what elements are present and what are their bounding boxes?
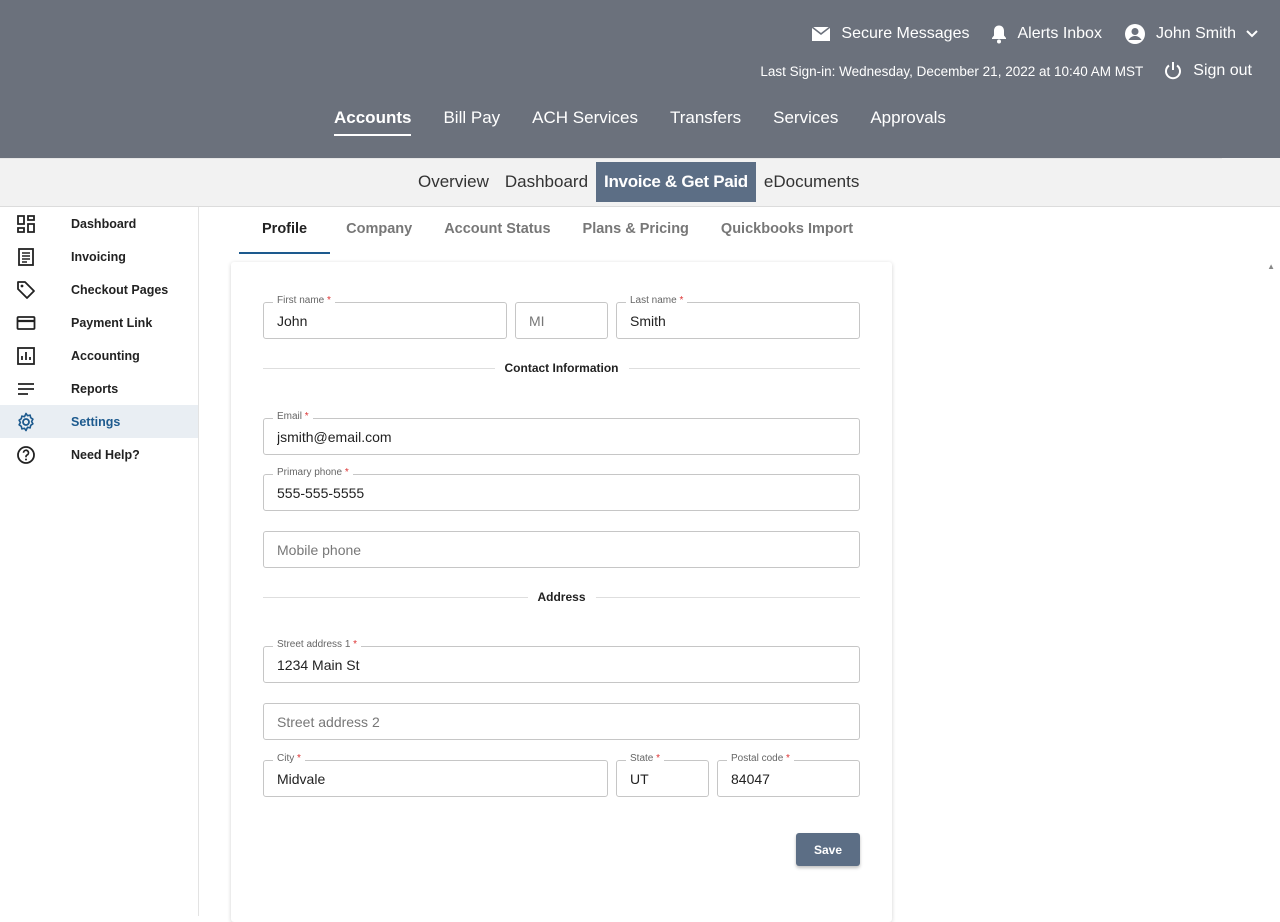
tab-profile[interactable]: Profile [239, 212, 331, 254]
last-signin-text: Last Sign-in: Wednesday, December 21, 20… [760, 63, 1144, 79]
subnav-dashboard[interactable]: Dashboard [497, 162, 596, 202]
sign-out-label: Sign out [1193, 62, 1252, 79]
email-input[interactable] [264, 419, 859, 454]
sidebar-item-label: Settings [71, 414, 121, 429]
sub-nav: Overview Dashboard Invoice & Get Paid eD… [0, 158, 1280, 207]
main-nav: Accounts Bill Pay ACH Services Transfers… [334, 108, 978, 136]
secure-messages-link[interactable]: Secure Messages [811, 25, 969, 43]
street-address-1-input[interactable] [264, 647, 859, 682]
primary-phone-field[interactable]: Primary phone * [263, 466, 860, 511]
nav-bill-pay[interactable]: Bill Pay [443, 108, 500, 136]
sidebar-item-need-help[interactable]: Need Help? [0, 438, 198, 471]
sidebar-item-label: Checkout Pages [71, 282, 169, 297]
tag-icon [17, 281, 35, 299]
state-label: State * [626, 752, 665, 766]
postal-code-field[interactable]: Postal code * [717, 752, 860, 797]
envelope-icon [811, 26, 831, 41]
alerts-inbox-label: Alerts Inbox [1017, 25, 1102, 42]
tab-company[interactable]: Company [330, 212, 428, 254]
nav-accounts[interactable]: Accounts [334, 108, 412, 136]
sidebar-item-payment-link[interactable]: Payment Link [0, 306, 198, 339]
sidebar-item-invoicing[interactable]: Invoicing [0, 240, 198, 273]
middle-initial-input[interactable] [516, 303, 607, 338]
tab-plans-pricing[interactable]: Plans & Pricing [567, 212, 705, 254]
contact-heading: Contact Information [494, 361, 629, 375]
sidebar-item-label: Accounting [71, 348, 140, 363]
subnav-overview[interactable]: Overview [410, 162, 497, 202]
primary-phone-label: Primary phone * [273, 466, 353, 480]
city-label: City * [273, 752, 305, 766]
sidebar-item-label: Dashboard [71, 216, 137, 231]
user-menu[interactable]: John Smith [1124, 23, 1258, 45]
nav-services[interactable]: Services [773, 108, 838, 136]
help-icon [17, 446, 35, 464]
city-field[interactable]: City * [263, 752, 608, 797]
settings-tabs: Profile Company Account Status Plans & P… [239, 212, 869, 254]
utility-bar: Secure Messages Alerts Inbox John Smith [789, 22, 1258, 46]
state-field[interactable]: State * [616, 752, 709, 797]
email-label: Email * [273, 410, 313, 424]
street-address-1-field[interactable]: Street address 1 * [263, 638, 860, 683]
tab-quickbooks-import[interactable]: Quickbooks Import [705, 212, 869, 254]
address-heading: Address [527, 590, 596, 604]
sidebar-item-label: Invoicing [71, 249, 126, 264]
sidebar-item-label: Reports [71, 381, 119, 396]
postal-code-input[interactable] [718, 761, 859, 796]
middle-initial-field[interactable] [515, 302, 608, 339]
chart-icon [17, 347, 35, 365]
primary-phone-input[interactable] [264, 475, 859, 510]
save-button[interactable]: Save [796, 833, 860, 866]
mobile-phone-field[interactable] [263, 531, 860, 568]
dashboard-icon [17, 215, 35, 233]
nav-approvals[interactable]: Approvals [870, 108, 946, 136]
user-name: John Smith [1155, 25, 1236, 42]
first-name-input[interactable] [264, 303, 506, 338]
last-name-label: Last name * [626, 294, 688, 308]
contact-divider: Contact Information [263, 361, 860, 375]
first-name-field[interactable]: First name * [263, 294, 507, 339]
signin-row: Last Sign-in: Wednesday, December 21, 20… [760, 61, 1252, 81]
tab-account-status[interactable]: Account Status [428, 212, 566, 254]
alerts-inbox-link[interactable]: Alerts Inbox [991, 24, 1102, 44]
subnav-top-line [0, 158, 1222, 159]
sidebar-item-dashboard[interactable]: Dashboard [0, 207, 198, 240]
sidebar-item-label: Need Help? [71, 447, 140, 462]
subnav-edocuments[interactable]: eDocuments [756, 162, 867, 202]
chevron-down-icon [1246, 30, 1258, 38]
street-address-2-field[interactable] [263, 703, 860, 740]
sidebar-item-checkout-pages[interactable]: Checkout Pages [0, 273, 198, 306]
sidebar-item-accounting[interactable]: Accounting [0, 339, 198, 372]
last-name-field[interactable]: Last name * [616, 294, 860, 339]
nav-transfers[interactable]: Transfers [670, 108, 741, 136]
email-field[interactable]: Email * [263, 410, 860, 455]
sidebar-item-settings[interactable]: Settings [0, 405, 198, 438]
user-avatar-icon [1124, 24, 1145, 44]
postal-code-label: Postal code * [727, 752, 794, 766]
sign-out-button[interactable]: Sign out [1163, 61, 1252, 81]
subnav-items: Overview Dashboard Invoice & Get Paid eD… [410, 162, 867, 202]
power-icon [1165, 62, 1182, 80]
lines-icon [18, 383, 34, 395]
bell-icon [992, 25, 1007, 44]
scroll-up-arrow[interactable]: ▲ [1267, 262, 1275, 271]
state-input[interactable] [617, 761, 708, 796]
first-name-label: First name * [273, 294, 335, 308]
address-divider: Address [263, 590, 860, 604]
credit-card-icon [16, 316, 36, 330]
mobile-phone-input[interactable] [264, 532, 859, 567]
nav-ach-services[interactable]: ACH Services [532, 108, 638, 136]
top-header: Secure Messages Alerts Inbox John Smith … [0, 0, 1280, 158]
last-name-input[interactable] [617, 303, 859, 338]
sidebar-item-label: Payment Link [71, 315, 153, 330]
street-address-1-label: Street address 1 * [273, 638, 362, 652]
invoice-icon [18, 248, 34, 266]
sidebar: Dashboard Invoicing Checkout Pages Payme… [0, 207, 199, 916]
subnav-invoice-get-paid[interactable]: Invoice & Get Paid [596, 162, 756, 202]
secure-messages-label: Secure Messages [841, 25, 970, 42]
gear-icon [18, 412, 34, 432]
street-address-2-input[interactable] [264, 704, 859, 739]
profile-form-card: First name * Last name * Contact Informa… [231, 262, 892, 922]
sidebar-item-reports[interactable]: Reports [0, 372, 198, 405]
city-input[interactable] [264, 761, 607, 796]
